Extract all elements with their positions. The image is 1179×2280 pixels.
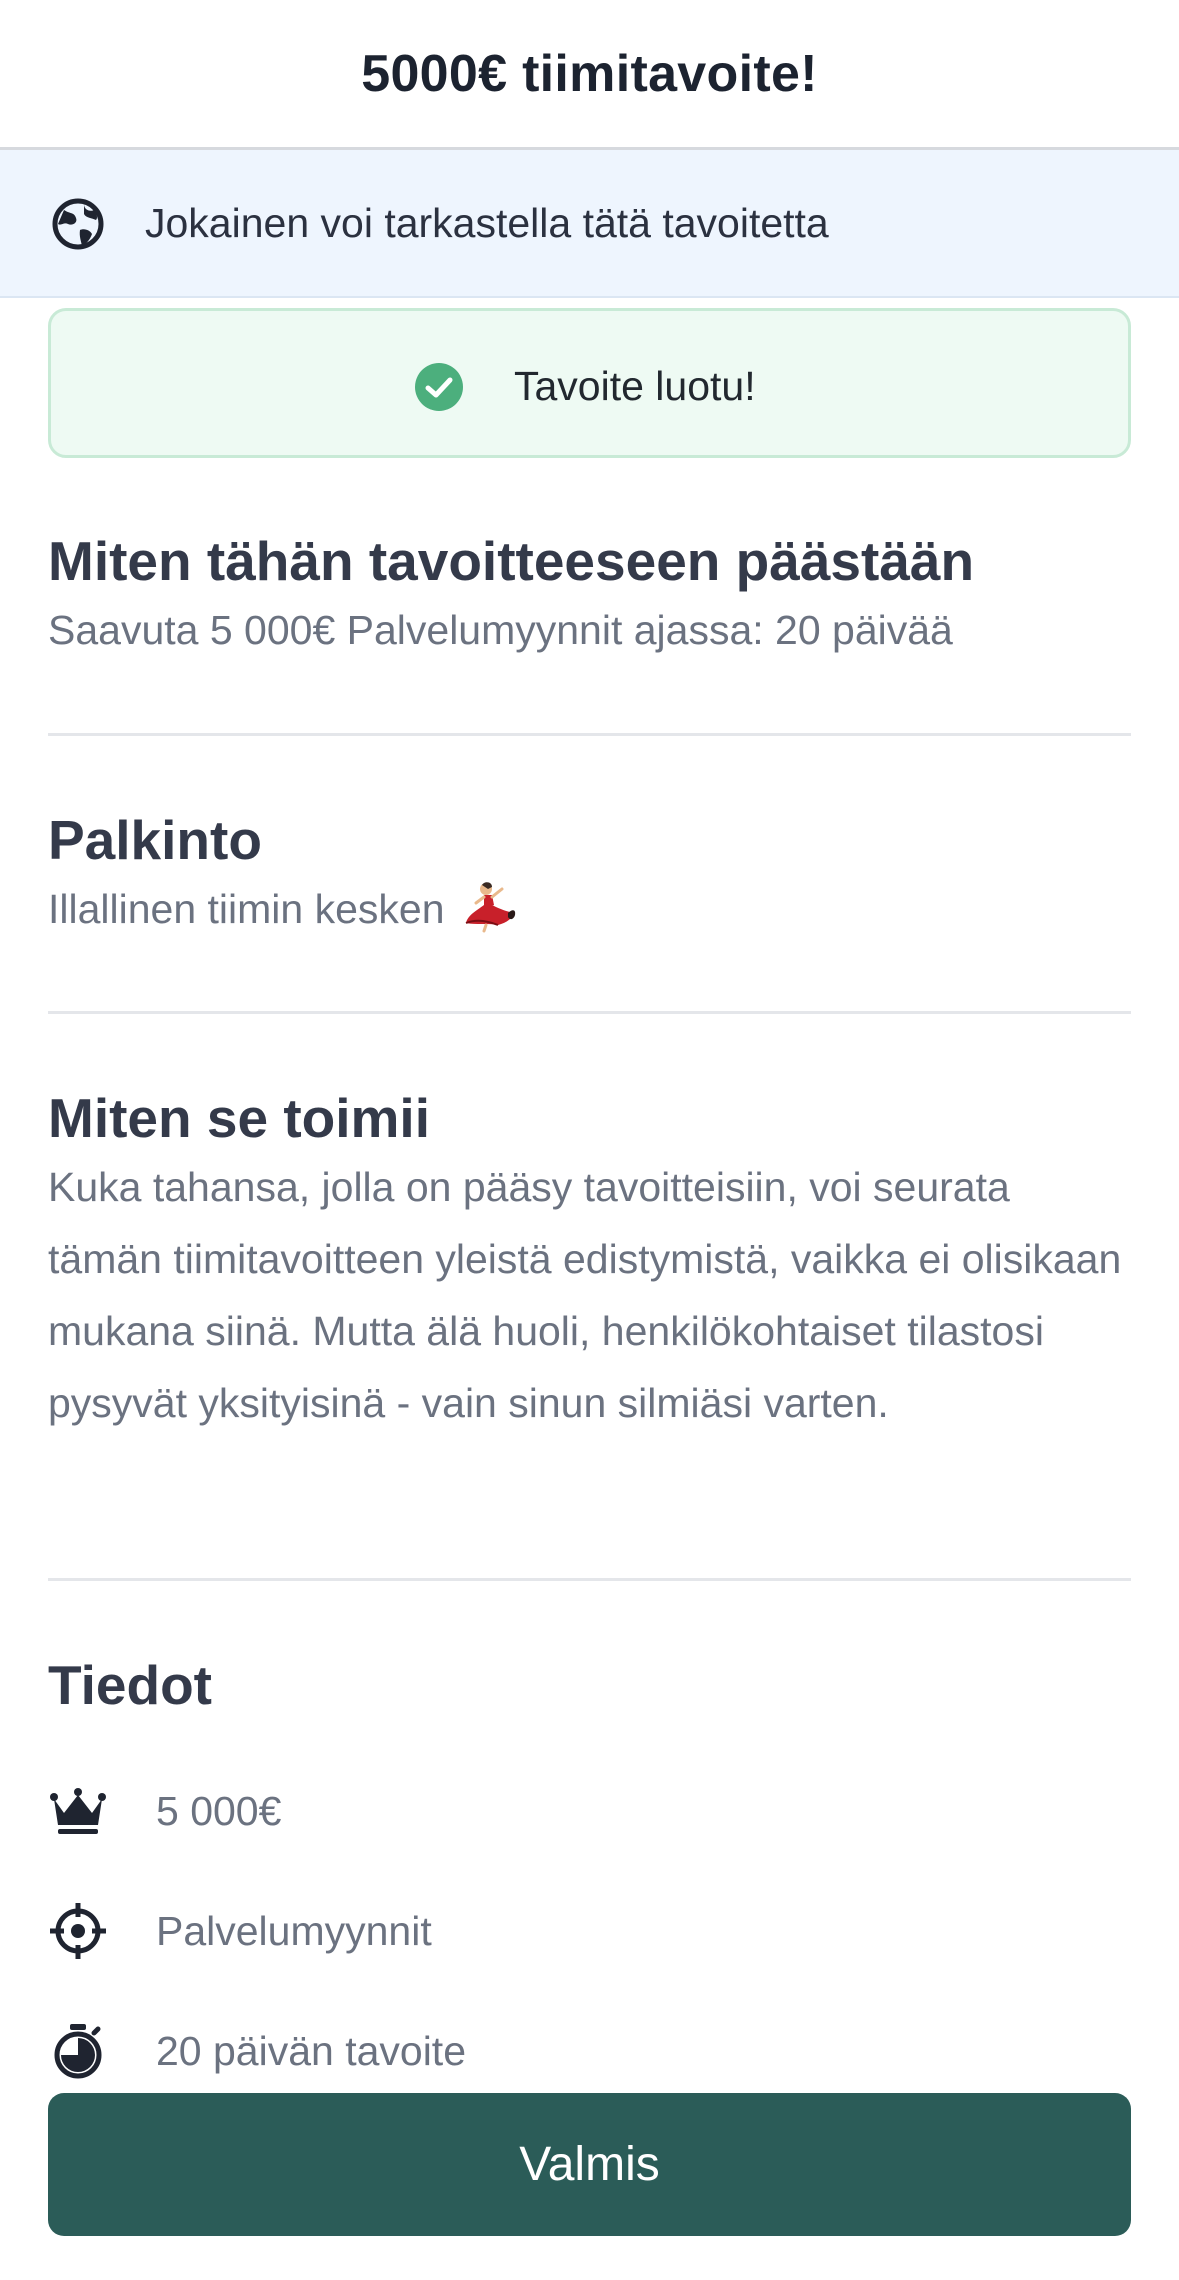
globe-icon [52, 198, 104, 250]
detail-row-category: Palvelumyynnit [48, 1896, 432, 1966]
detail-row-amount: 5 000€ [48, 1776, 281, 1846]
how-to-reach-text: Saavuta 5 000€ Palvelumyynnit ajassa: 20… [48, 607, 953, 653]
dancer-emoji [465, 882, 516, 933]
reward-line: Illallinen tiimin kesken [48, 873, 1131, 945]
details-section: Tiedot [48, 1652, 1131, 1718]
how-it-works-text: Kuka tahansa, jolla on pääsy tavoitteisi… [48, 1164, 1122, 1426]
reward-text: Illallinen tiimin kesken [48, 886, 445, 932]
how-it-works-section: Miten se toimii Kuka tahansa, jolla on p… [48, 1085, 1131, 1439]
target-icon [50, 1903, 106, 1959]
how-to-reach-section: Miten tähän tavoitteeseen päästään Saavu… [48, 528, 1131, 666]
page-title: 5000€ tiimitavoite! [361, 44, 818, 103]
divider [48, 733, 1131, 736]
how-it-works-heading: Miten se toimii [48, 1087, 430, 1149]
crown-icon [50, 1788, 106, 1834]
visibility-text: Jokainen voi tarkastella tätä tavoitetta [145, 199, 829, 246]
detail-amount: 5 000€ [156, 1787, 282, 1834]
how-to-reach-heading: Miten tähän tavoitteeseen päästään [48, 530, 975, 592]
check-circle-icon [415, 363, 463, 411]
done-button[interactable]: Valmis [48, 2093, 1131, 2236]
reward-section: Palkinto Illallinen tiimin kesken [48, 807, 1131, 945]
detail-category: Palvelumyynnit [156, 1907, 432, 1954]
success-message: Tavoite luotu! [48, 308, 1131, 458]
details-heading: Tiedot [48, 1654, 212, 1716]
detail-duration: 20 päivän tavoite [156, 2027, 467, 2074]
stopwatch-icon [54, 2024, 102, 2079]
divider [48, 1011, 1131, 1014]
reward-heading: Palkinto [48, 809, 262, 871]
success-text: Tavoite luotu! [514, 363, 756, 409]
detail-row-duration: 20 päivän tavoite [48, 2016, 466, 2086]
visibility-banner: Jokainen voi tarkastella tätä tavoitetta [0, 150, 1179, 298]
modal-header: 5000€ tiimitavoite! [0, 0, 1179, 150]
divider [48, 1578, 1131, 1581]
